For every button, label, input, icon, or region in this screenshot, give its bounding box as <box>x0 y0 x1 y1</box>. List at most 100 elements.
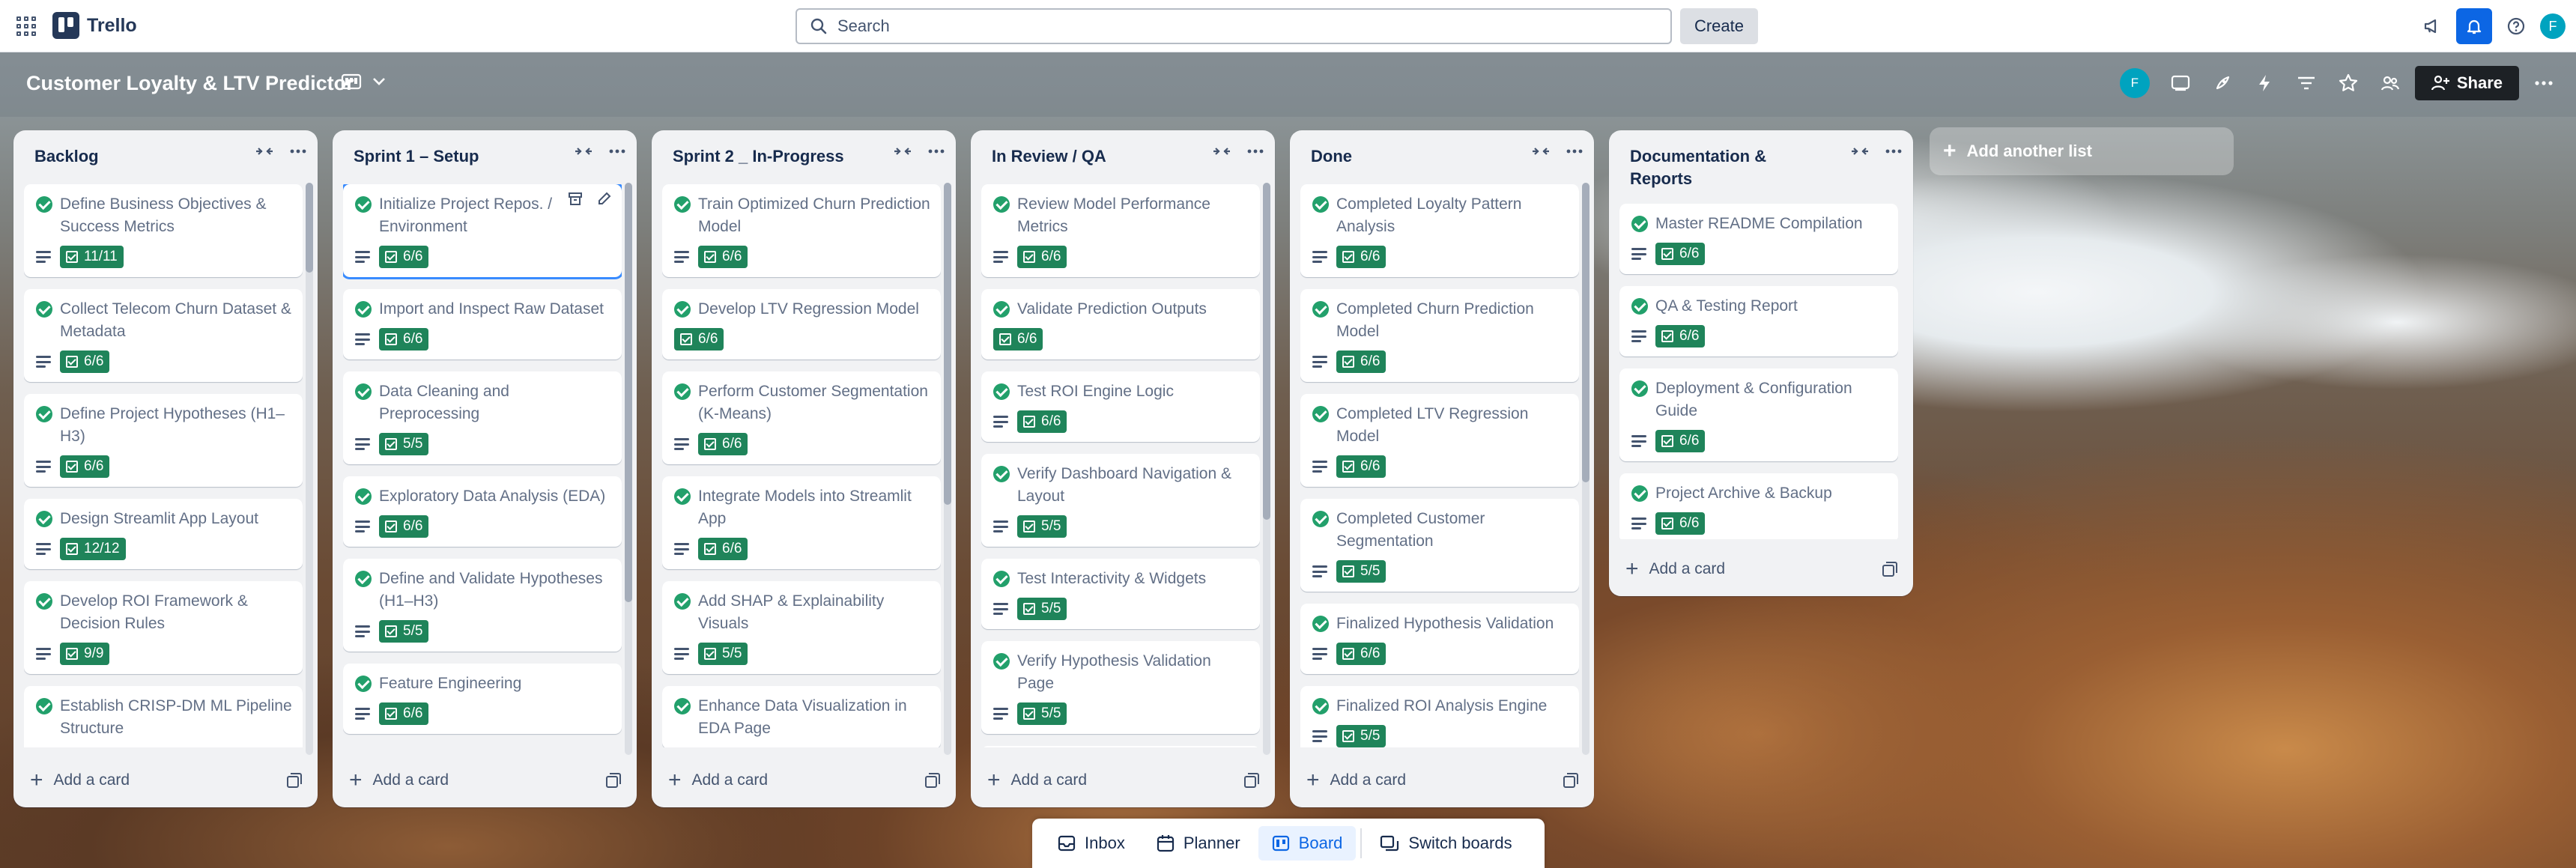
card[interactable]: Completed LTV Regression Model 6/6 <box>1300 394 1579 487</box>
list-actions-icon[interactable] <box>1246 144 1264 159</box>
rocket-powerups-icon[interactable] <box>2205 66 2240 100</box>
nav-inbox[interactable]: Inbox <box>1044 826 1139 861</box>
complete-check-icon[interactable] <box>993 466 1010 482</box>
scrollbar-thumb[interactable] <box>625 183 632 602</box>
workspace-visibility-icon[interactable] <box>2373 66 2407 100</box>
complete-check-icon[interactable] <box>1312 616 1329 632</box>
add-card-button[interactable]: + Add a card <box>349 769 449 792</box>
complete-check-icon[interactable] <box>1312 196 1329 213</box>
board-title[interactable]: Customer Loyalty & LTV Predictor <box>26 72 354 95</box>
list-scrollbar[interactable] <box>1263 183 1270 755</box>
card[interactable]: Finalized Hypothesis Validation 6/6 <box>1300 604 1579 674</box>
list-actions-icon[interactable] <box>608 144 626 159</box>
share-button[interactable]: Share <box>2414 66 2519 100</box>
card[interactable]: Perform Customer Segmentation (K-Means) … <box>662 371 941 464</box>
complete-check-icon[interactable] <box>36 196 52 213</box>
collapse-list-icon[interactable] <box>574 144 593 159</box>
create-button[interactable]: Create <box>1680 8 1758 44</box>
card[interactable]: Define Project Hypotheses (H1–H3) 6/6 <box>24 394 303 487</box>
complete-check-icon[interactable] <box>1312 511 1329 527</box>
card[interactable]: Review Model Performance Metrics 6/6 <box>981 184 1260 277</box>
scrollbar-thumb[interactable] <box>944 183 951 505</box>
notifications-bell-icon[interactable] <box>2456 8 2492 44</box>
add-another-list-button[interactable]: + Add another list <box>1930 127 2234 175</box>
edit-card-icon[interactable] <box>596 192 611 207</box>
add-card-button[interactable]: + Add a card <box>30 769 130 792</box>
complete-check-icon[interactable] <box>993 301 1010 318</box>
complete-check-icon[interactable] <box>993 571 1010 587</box>
list-scrollbar[interactable] <box>625 183 632 755</box>
card[interactable]: Test Interactivity & Widgets 5/5 <box>981 559 1260 629</box>
card[interactable]: Verify Hypothesis Validation Page 5/5 <box>981 641 1260 734</box>
card[interactable]: Enhance Data Visualization in EDA Page <box>662 686 941 747</box>
create-from-template-icon[interactable] <box>1882 561 1898 577</box>
complete-check-icon[interactable] <box>674 488 691 505</box>
create-from-template-icon[interactable] <box>605 772 622 789</box>
list-title[interactable]: Backlog <box>34 145 229 168</box>
card[interactable]: Data Cleaning and Preprocessing 5/5 <box>343 371 622 464</box>
complete-check-icon[interactable] <box>674 593 691 610</box>
list-actions-icon[interactable] <box>1885 144 1903 159</box>
card[interactable]: Integrate Models into Streamlit App 6/6 <box>662 476 941 569</box>
card[interactable]: Cross-Check Documentation <box>981 746 1260 747</box>
collapse-list-icon[interactable] <box>893 144 912 159</box>
add-card-button[interactable]: + Add a card <box>987 769 1087 792</box>
card[interactable]: Train Optimized Churn Prediction Model 6… <box>662 184 941 277</box>
complete-check-icon[interactable] <box>355 571 372 587</box>
list-scrollbar[interactable] <box>1582 183 1589 755</box>
complete-check-icon[interactable] <box>355 301 372 318</box>
card[interactable]: Test ROI Engine Logic 6/6 <box>981 371 1260 442</box>
scrollbar-thumb[interactable] <box>1263 183 1270 520</box>
complete-check-icon[interactable] <box>1312 406 1329 422</box>
complete-check-icon[interactable] <box>36 406 52 422</box>
card[interactable]: Finalized ROI Analysis Engine 5/5 <box>1300 686 1579 747</box>
create-from-template-icon[interactable] <box>286 772 303 789</box>
list-title[interactable]: Sprint 1 – Setup <box>354 145 548 168</box>
list-actions-icon[interactable] <box>289 144 307 159</box>
board-member-avatar[interactable]: F <box>2119 68 2150 98</box>
complete-check-icon[interactable] <box>355 196 372 213</box>
app-switcher-icon[interactable] <box>16 16 36 36</box>
card[interactable]: QA & Testing Report 6/6 <box>1619 286 1898 356</box>
card[interactable]: Deployment & Configuration Guide 6/6 <box>1619 368 1898 461</box>
card[interactable]: Completed Loyalty Pattern Analysis 6/6 <box>1300 184 1579 277</box>
card[interactable]: Develop LTV Regression Model 6/6 <box>662 289 941 359</box>
collapse-list-icon[interactable] <box>255 144 274 159</box>
trello-home-link[interactable]: Trello <box>52 12 137 39</box>
collapse-list-icon[interactable] <box>1850 144 1870 159</box>
filter-icon[interactable] <box>2289 66 2324 100</box>
scrollbar-thumb[interactable] <box>1582 183 1589 482</box>
complete-check-icon[interactable] <box>1631 380 1648 397</box>
complete-check-icon[interactable] <box>355 383 372 400</box>
complete-check-icon[interactable] <box>1631 485 1648 502</box>
card[interactable]: Master README Compilation 6/6 <box>1619 204 1898 274</box>
complete-check-icon[interactable] <box>993 653 1010 670</box>
user-avatar[interactable]: F <box>2540 13 2566 39</box>
card[interactable]: Project Archive & Backup 6/6 <box>1619 473 1898 539</box>
create-from-template-icon[interactable] <box>924 772 941 789</box>
card[interactable]: Initialize Project Repos. / Environment … <box>343 184 622 279</box>
search-input[interactable]: Search <box>795 8 1672 44</box>
add-card-button[interactable]: + Add a card <box>1306 769 1406 792</box>
complete-check-icon[interactable] <box>355 488 372 505</box>
complete-check-icon[interactable] <box>36 698 52 714</box>
nav-board[interactable]: Board <box>1258 826 1357 861</box>
complete-check-icon[interactable] <box>674 698 691 714</box>
card[interactable]: Establish CRISP-DM ML Pipeline Structure… <box>24 686 303 747</box>
complete-check-icon[interactable] <box>1312 698 1329 714</box>
megaphone-icon[interactable] <box>2414 8 2450 44</box>
card[interactable]: Validate Prediction Outputs 6/6 <box>981 289 1260 359</box>
nav-switch-boards[interactable]: Switch boards <box>1366 826 1525 861</box>
card[interactable]: Develop ROI Framework & Decision Rules 9… <box>24 581 303 674</box>
complete-check-icon[interactable] <box>674 301 691 318</box>
nav-planner[interactable]: Planner <box>1143 826 1254 861</box>
card[interactable]: Verify Dashboard Navigation & Layout 5/5 <box>981 454 1260 547</box>
scrollbar-thumb[interactable] <box>306 183 313 273</box>
complete-check-icon[interactable] <box>1312 301 1329 318</box>
list-title[interactable]: Sprint 2 _ In-Progress <box>673 145 867 168</box>
complete-check-icon[interactable] <box>36 511 52 527</box>
archive-icon[interactable] <box>568 192 583 207</box>
complete-check-icon[interactable] <box>1631 216 1648 232</box>
list-scrollbar[interactable] <box>306 183 313 755</box>
create-from-template-icon[interactable] <box>1563 772 1579 789</box>
